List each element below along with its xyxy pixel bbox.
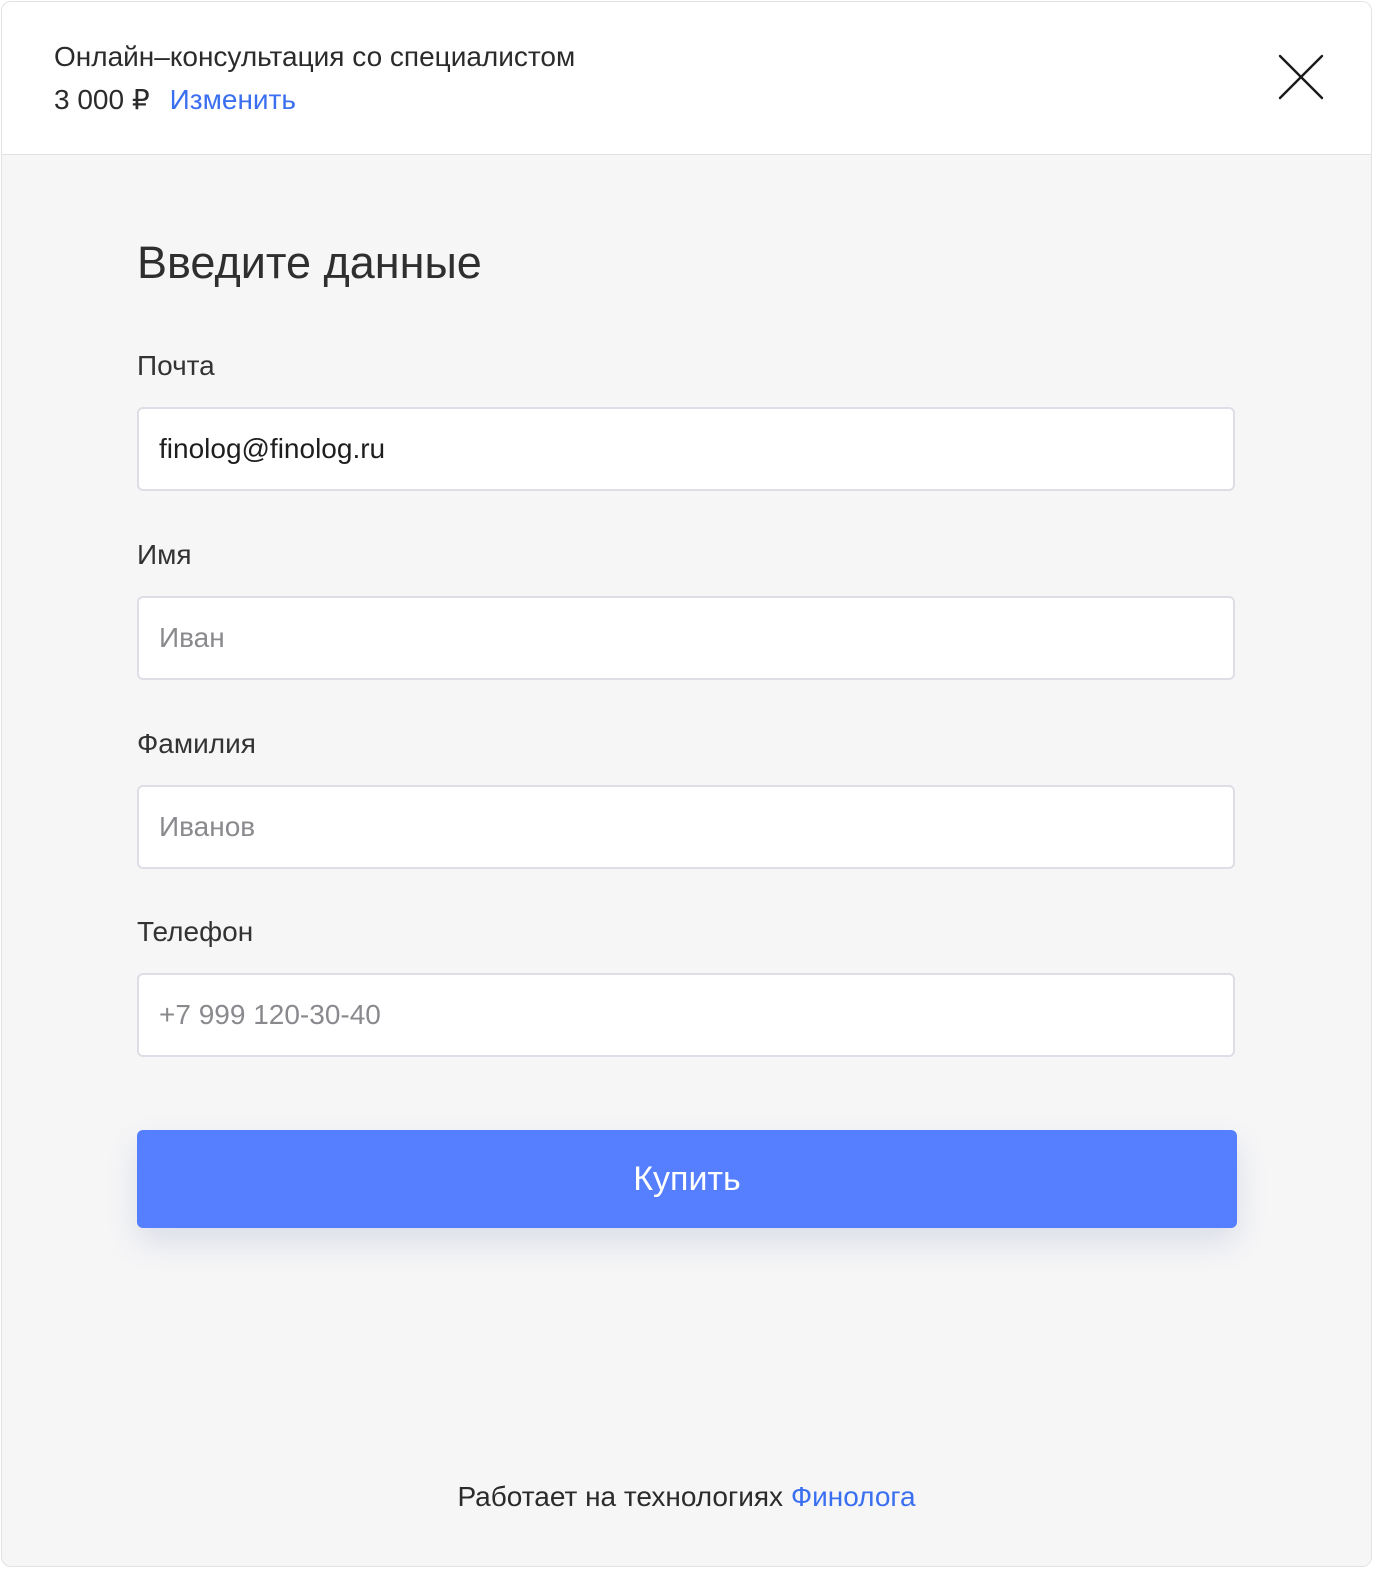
phone-field[interactable] [137, 973, 1235, 1057]
first-name-label: Имя [137, 539, 192, 570]
form-title: Введите данные [137, 237, 482, 288]
footer-text: Работает на технологиях [457, 1481, 784, 1512]
phone-label: Телефон [137, 916, 254, 947]
modal-header: Онлайн–консультация со специалистом 3 00… [2, 2, 1371, 155]
change-link[interactable]: Изменить [170, 84, 296, 115]
last-name-label: Фамилия [137, 728, 256, 759]
close-icon [1278, 54, 1324, 100]
close-button[interactable] [1276, 52, 1326, 102]
buy-button[interactable]: Купить [137, 1130, 1237, 1228]
payment-modal: Онлайн–консультация со специалистом 3 00… [1, 1, 1372, 1567]
first-name-field[interactable] [137, 596, 1235, 680]
footer: Работает на технологиях Финолога [2, 1480, 1371, 1514]
last-name-field[interactable] [137, 785, 1235, 869]
price-row: 3 000 ₽ Изменить [54, 83, 296, 117]
finolog-link[interactable]: Финолога [791, 1481, 916, 1512]
product-title: Онлайн–консультация со специалистом [54, 41, 576, 72]
email-label: Почта [137, 350, 215, 381]
email-field[interactable] [137, 407, 1235, 491]
product-price: 3 000 ₽ [54, 84, 150, 115]
